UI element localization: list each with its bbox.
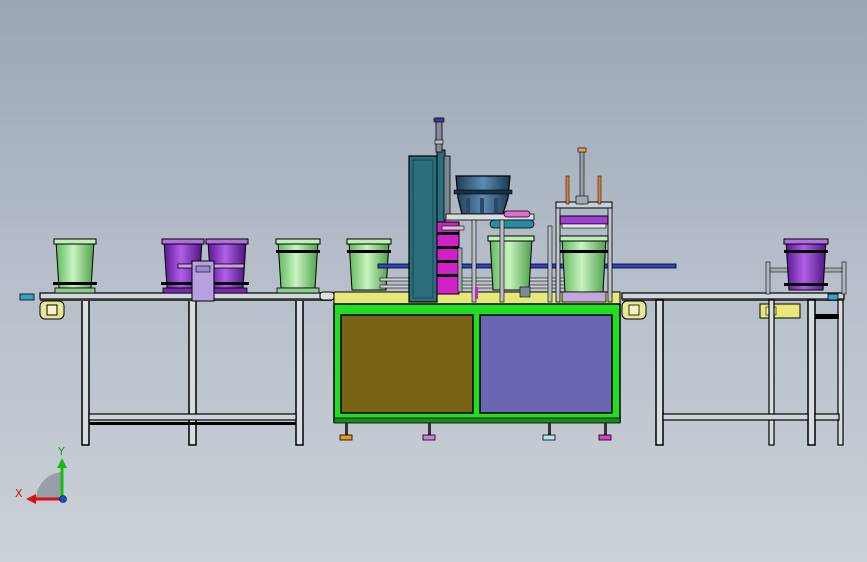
- bucket-green-5: [559, 235, 609, 303]
- orientation-triad: Y X: [15, 445, 67, 504]
- bucket-green-4: [487, 235, 535, 291]
- bucket-green-1: [53, 238, 97, 294]
- capping-head: [559, 215, 609, 229]
- cad-assembly-view: Y X: [15, 117, 847, 504]
- leveling-feet: [339, 423, 612, 441]
- magenta-press-cylinder: [436, 221, 463, 295]
- right-conveyor-stand: [655, 299, 844, 446]
- main-machine-base: [333, 291, 621, 424]
- left-conveyor-stand: [81, 299, 304, 446]
- left-conveyor: [19, 291, 335, 320]
- bucket-green-2: [275, 238, 321, 294]
- x-axis-label: X: [15, 487, 23, 500]
- cap-feeder-hopper: [453, 175, 513, 215]
- y-axis-label: Y: [57, 445, 65, 458]
- bucket-purple-3: [783, 238, 829, 291]
- feeder-chute: [441, 210, 535, 231]
